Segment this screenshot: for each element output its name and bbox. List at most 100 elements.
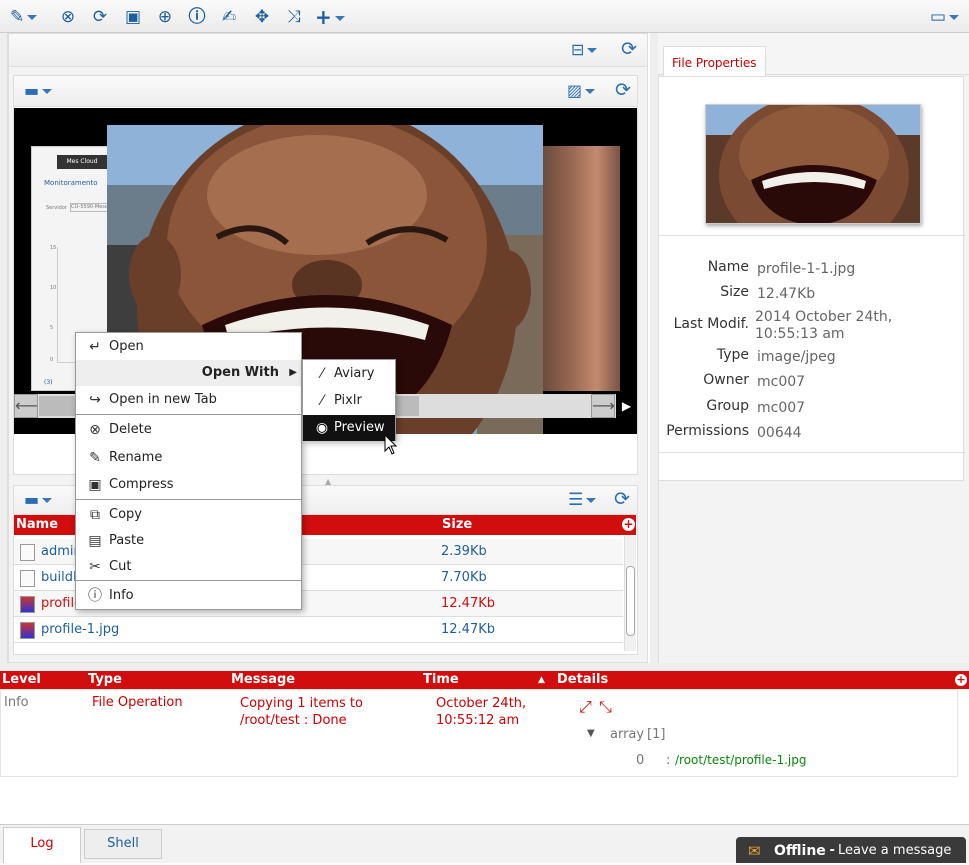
chat-widget[interactable]: ✉ Offline - Leave a message (736, 837, 966, 863)
refresh-icon[interactable]: ⟳ (615, 80, 631, 100)
thumb-label: Servidor (46, 205, 67, 211)
chat-status: Offline (774, 843, 826, 859)
edit-icon[interactable]: ✎ (10, 6, 38, 28)
add-column-icon[interactable]: + (622, 518, 635, 531)
log-splitter[interactable] (0, 663, 969, 671)
chat-message: Leave a message (838, 843, 952, 858)
menu-item-copy[interactable]: ⧉ Copy (76, 502, 301, 528)
file-name[interactable]: profile-1.jpg (41, 617, 119, 643)
drive-icon[interactable]: ▬ (24, 81, 53, 101)
menu-item-open[interactable]: ↵ Open (76, 334, 301, 360)
properties-thumbnail (705, 104, 921, 224)
prop-label: Group (706, 398, 749, 414)
caret-down-icon[interactable]: ▼ (587, 728, 595, 739)
collapse-icon[interactable]: ⤡ (599, 697, 612, 717)
file-list-scrollbar[interactable] (624, 536, 636, 651)
prop-label: Size (720, 284, 749, 300)
shuffle-icon[interactable]: ⤨ (283, 6, 305, 28)
scrollbar-thumb[interactable] (626, 566, 635, 636)
col-details[interactable]: Details (557, 671, 608, 689)
refresh-icon[interactable]: ⟳ (621, 39, 637, 59)
prop-label: Name (707, 259, 749, 275)
log-row[interactable]: Info File Operation Copying 1 items to /… (0, 689, 958, 777)
prop-value: 2014 October 24th, 10:55:13 am (755, 309, 893, 342)
context-menu: ↵ Open Open With ▶ ↪ Open in new Tab ⊗ Delet… (75, 332, 302, 610)
col-level[interactable]: Level (2, 671, 41, 689)
array-colon: : (666, 753, 671, 768)
thumbnail-right[interactable] (542, 146, 620, 391)
file-size: 12.47Kb (441, 596, 495, 611)
drive-icon[interactable]: ▬ (24, 490, 53, 510)
divider (659, 235, 965, 236)
info-icon: ⓘ (88, 588, 102, 604)
edit-box-icon[interactable]: ✍ (219, 6, 239, 28)
enter-icon: ↵ (89, 339, 101, 355)
arrow-left-icon[interactable]: ⟵ (14, 394, 38, 418)
image-file-icon (20, 596, 35, 613)
col-message[interactable]: Message (231, 671, 295, 689)
properties-tabbar: File Properties (658, 33, 969, 76)
menu-item-delete[interactable]: ⊗ Delete (76, 417, 301, 443)
file-size: 2.39Kb (441, 544, 487, 559)
thumb-badge: (3) (44, 379, 53, 386)
download-icon[interactable]: ⊕ (155, 6, 175, 28)
center-panel-header: ⊟ ⟳ (8, 33, 648, 67)
tab-log[interactable]: Log (3, 827, 81, 863)
prop-value: 00644 (757, 425, 802, 441)
menu-item-rename[interactable]: ✎ Rename (76, 445, 301, 471)
cancel-icon: ⊗ (89, 422, 101, 438)
add-column-icon[interactable]: + (955, 674, 967, 686)
log-time: October 24th, 10:55:12 am (436, 696, 527, 728)
menu-item-compress[interactable]: ▣ Compress (76, 472, 301, 498)
paste-icon: ▤ (88, 533, 102, 549)
play-icon[interactable]: ▶ (616, 394, 637, 418)
monitor-icon[interactable]: ▭ (930, 6, 960, 28)
refresh-icon[interactable]: ⟳ (90, 6, 110, 28)
prop-label: Permissions (666, 423, 749, 439)
prop-label: Type (716, 347, 749, 363)
col-type[interactable]: Type (88, 671, 122, 689)
splitter-handle[interactable]: ▲ (325, 477, 340, 486)
thumb-y3: 5 (50, 325, 54, 331)
thumb-x: 0 (50, 357, 54, 363)
sort-up-icon[interactable]: ▲ (538, 671, 545, 689)
tab-shell[interactable]: Shell (84, 829, 162, 859)
col-time[interactable]: Time (423, 671, 459, 689)
expand-icon[interactable]: ⤢ (579, 697, 592, 717)
array-index: 0 (636, 753, 645, 768)
menu-item-open-with[interactable]: Open With ▶ (76, 360, 301, 386)
right-gutter (650, 33, 658, 663)
move-icon[interactable]: ✥ (251, 6, 273, 28)
thumb-value: CO-5590-Mesc (70, 203, 112, 212)
preview-panel-header: ▬ ▨ ⟳ (13, 75, 638, 107)
thumb-tab: Mes Cloud (57, 155, 107, 169)
divider (659, 452, 965, 453)
array-label: array (610, 727, 645, 742)
menu-item-info[interactable]: ⓘ Info (76, 583, 301, 609)
col-name[interactable]: Name (16, 515, 58, 535)
col-size[interactable]: Size (442, 515, 472, 535)
cancel-icon[interactable]: ⊗ (58, 6, 78, 28)
mail-icon: ✉ (748, 842, 761, 860)
menu-icon[interactable]: ☰ (568, 490, 597, 510)
menu-item-paste[interactable]: ▤ Paste (76, 528, 301, 554)
tab-file-properties[interactable]: File Properties (663, 46, 766, 76)
image-icon[interactable]: ▨ (567, 81, 596, 101)
thumb-y2: 10 (50, 285, 57, 291)
share-icon: ↪ (89, 392, 101, 408)
plus-icon[interactable]: + (315, 6, 345, 28)
info-icon[interactable]: ⓘ (187, 6, 207, 28)
layout-icon[interactable]: ⊟ (571, 40, 598, 60)
table-row[interactable]: profile-1.jpg 12.47Kb (14, 617, 623, 643)
copy-icon: ⧉ (90, 507, 100, 523)
menu-item-preview[interactable]: ◉ Preview (303, 415, 395, 441)
menu-item-aviary[interactable]: ⁄ Aviary (303, 361, 395, 387)
menu-item-cut[interactable]: ✂ Cut (76, 554, 301, 580)
menu-separator (76, 414, 301, 415)
toolbox-icon[interactable]: ▣ (122, 6, 144, 28)
arrow-right-icon: ▶ (289, 367, 297, 378)
arrow-right-icon[interactable]: ⟶ (591, 394, 615, 418)
refresh-icon[interactable]: ⟳ (614, 489, 630, 509)
menu-item-pixlr[interactable]: ⁄ Pixlr (303, 388, 395, 414)
menu-item-open-new-tab[interactable]: ↪ Open in new Tab (76, 387, 301, 413)
